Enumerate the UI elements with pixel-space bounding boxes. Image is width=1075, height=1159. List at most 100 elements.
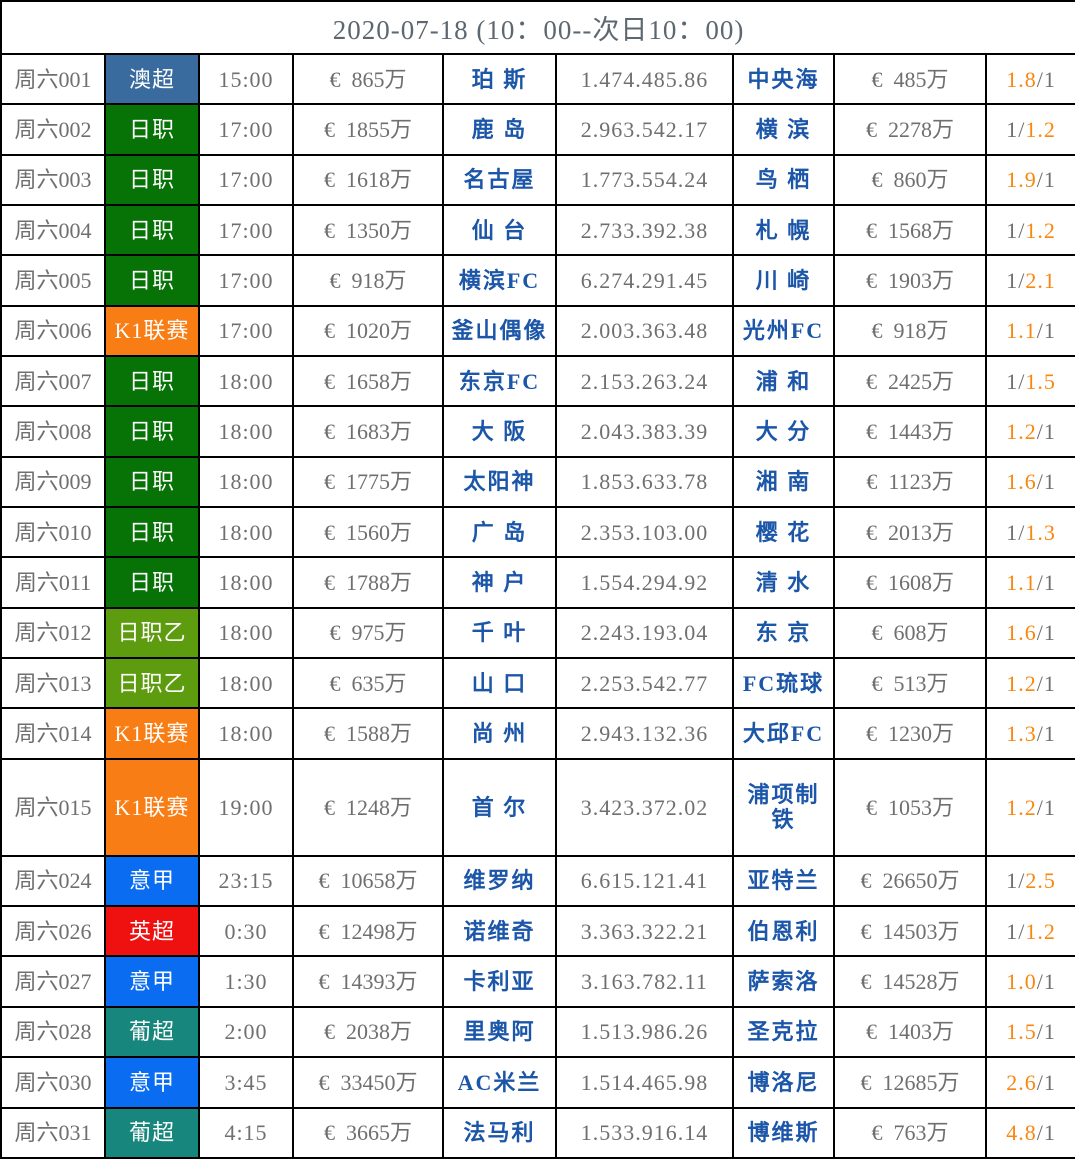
- kickoff-time-cell: 18:00: [198, 355, 294, 408]
- away-team-cell: 樱 花: [732, 506, 835, 559]
- ratio-right-part: /1: [1036, 1069, 1056, 1095]
- value-ratio-cell: 1.3/1: [984, 707, 1075, 760]
- away-team-cell: 札 幌: [732, 204, 835, 257]
- away-team-cell: 湘 南: [732, 455, 835, 509]
- away-value-cell: € 14528万: [833, 955, 987, 1008]
- home-value-cell: € 1683万: [292, 405, 444, 458]
- header-row: 2020-07-18 (10：00--次日10：00): [0, 0, 1075, 55]
- away-value-cell: € 1443万: [833, 405, 987, 458]
- ratio-left-part: 1.1: [1006, 570, 1037, 596]
- kickoff-time-cell: 18:00: [198, 506, 294, 559]
- ratio-left-part: 1.6: [1006, 620, 1037, 646]
- kickoff-time-cell: 17:00: [198, 153, 294, 207]
- value-ratio-cell: 1.5/1: [984, 1005, 1075, 1059]
- home-team-cell: AC米兰: [442, 1056, 557, 1109]
- away-value-cell: € 1403万: [833, 1005, 987, 1059]
- win-draw-lose-odds-cell: 1.773.554.24: [555, 153, 734, 207]
- league-badge: 澳超: [104, 52, 200, 106]
- ratio-left-part: 1/: [1006, 268, 1026, 294]
- home-team-cell: 釜山偶像: [442, 304, 557, 358]
- value-ratio-cell: 2.6/1: [984, 1056, 1075, 1109]
- home-value-cell: € 1775万: [292, 455, 444, 509]
- match-id-cell: 周六014: [0, 707, 106, 760]
- ratio-left-part: 1/: [1006, 217, 1026, 243]
- kickoff-time-cell: 15:00: [198, 52, 294, 106]
- away-value-cell: € 1903万: [833, 254, 987, 307]
- table-row: 周六007 日职 18:00 € 1658万 东京FC 2.153.263.24…: [0, 355, 1075, 408]
- win-draw-lose-odds-cell: 2.943.132.36: [555, 707, 734, 760]
- value-ratio-cell: 4.8/1: [984, 1106, 1075, 1159]
- away-team-cell: 伯恩利: [732, 905, 835, 958]
- match-id-cell: 周六028: [0, 1005, 106, 1059]
- away-team-cell: 川 崎: [732, 254, 835, 307]
- win-draw-lose-odds-cell: 2.353.103.00: [555, 506, 734, 559]
- ratio-right-part: /1: [1036, 167, 1056, 193]
- value-ratio-cell: 1/1.5: [984, 355, 1075, 408]
- home-value-cell: € 14393万: [292, 955, 444, 1008]
- kickoff-time-cell: 17:00: [198, 204, 294, 257]
- league-badge: 日职: [104, 556, 200, 609]
- value-ratio-cell: 1/1.3: [984, 506, 1075, 559]
- kickoff-time-cell: 1:30: [198, 955, 294, 1008]
- ratio-left-part: 1.1: [1006, 318, 1037, 344]
- ratio-right-part: /1: [1036, 469, 1056, 495]
- kickoff-time-cell: 18:00: [198, 657, 294, 710]
- win-draw-lose-odds-cell: 2.733.392.38: [555, 204, 734, 257]
- table-row: 周六006 K1联赛 17:00 € 1020万 釜山偶像 2.003.363.…: [0, 304, 1075, 358]
- home-team-cell: 尚 州: [442, 707, 557, 760]
- match-id-cell: 周六011: [0, 556, 106, 609]
- ratio-right-part: 2.1: [1025, 268, 1056, 294]
- ratio-left-part: 2.6: [1006, 1069, 1037, 1095]
- ratio-right-part: /1: [1036, 620, 1056, 646]
- ratio-right-part: /1: [1036, 721, 1056, 747]
- ratio-left-part: 1.6: [1006, 469, 1037, 495]
- ratio-right-part: 1.2: [1025, 217, 1056, 243]
- away-team-cell: 光州FC: [732, 304, 835, 358]
- ratio-left-part: 1.0: [1006, 969, 1037, 995]
- home-team-cell: 法马利: [442, 1106, 557, 1159]
- win-draw-lose-odds-cell: 1.554.294.92: [555, 556, 734, 609]
- ratio-right-part: /1: [1036, 318, 1056, 344]
- away-team-cell: 萨索洛: [732, 955, 835, 1008]
- win-draw-lose-odds-cell: 3.423.372.02: [555, 757, 734, 857]
- table-row: 周六010 日职 18:00 € 1560万 广 岛 2.353.103.00 …: [0, 506, 1075, 559]
- away-value-cell: € 608万: [833, 606, 987, 660]
- table-row: 周六011 日职 18:00 € 1788万 神 户 1.554.294.92 …: [0, 556, 1075, 609]
- table-row: 周六012 日职乙 18:00 € 975万 千 叶 2.243.193.04 …: [0, 606, 1075, 660]
- away-value-cell: € 918万: [833, 304, 987, 358]
- win-draw-lose-odds-cell: 1.513.986.26: [555, 1005, 734, 1059]
- away-value-cell: € 1123万: [833, 455, 987, 509]
- value-ratio-cell: 1/2.1: [984, 254, 1075, 307]
- value-ratio-cell: 1/1.2: [984, 905, 1075, 958]
- value-ratio-cell: 1.2/1: [984, 405, 1075, 458]
- ratio-right-part: /1: [1036, 794, 1056, 820]
- away-value-cell: € 1608万: [833, 556, 987, 609]
- league-badge: K1联赛: [104, 707, 200, 760]
- home-value-cell: € 10658万: [292, 854, 444, 908]
- home-value-cell: € 1020万: [292, 304, 444, 358]
- ratio-right-part: /1: [1036, 969, 1056, 995]
- value-ratio-cell: 1.0/1: [984, 955, 1075, 1008]
- ratio-left-part: 1/: [1006, 519, 1026, 545]
- win-draw-lose-odds-cell: 1.853.633.78: [555, 455, 734, 509]
- away-team-cell: 中央海: [732, 52, 835, 106]
- table-body: 周六001 澳超 15:00 € 865万 珀 斯 1.474.485.86 中…: [0, 52, 1075, 1159]
- table-row: 周六028 葡超 2:00 € 2038万 里奥阿 1.513.986.26 圣…: [0, 1005, 1075, 1059]
- win-draw-lose-odds-cell: 6.274.291.45: [555, 254, 734, 307]
- value-ratio-cell: 1.1/1: [984, 556, 1075, 609]
- away-value-cell: € 1053万: [833, 757, 987, 857]
- league-badge: 意甲: [104, 854, 200, 908]
- away-team-cell: FC琉球: [732, 657, 835, 710]
- ratio-left-part: 4.8: [1006, 1120, 1037, 1146]
- match-id-cell: 周六030: [0, 1056, 106, 1109]
- kickoff-time-cell: 3:45: [198, 1056, 294, 1109]
- match-id-cell: 周六026: [0, 905, 106, 958]
- ratio-left-part: 1.2: [1006, 794, 1037, 820]
- league-badge: 日职: [104, 405, 200, 458]
- league-badge: 葡超: [104, 1005, 200, 1059]
- away-value-cell: € 2013万: [833, 506, 987, 559]
- kickoff-time-cell: 18:00: [198, 455, 294, 509]
- away-team-cell: 横 滨: [732, 103, 835, 156]
- home-team-cell: 诺维奇: [442, 905, 557, 958]
- away-team-cell: 大 分: [732, 405, 835, 458]
